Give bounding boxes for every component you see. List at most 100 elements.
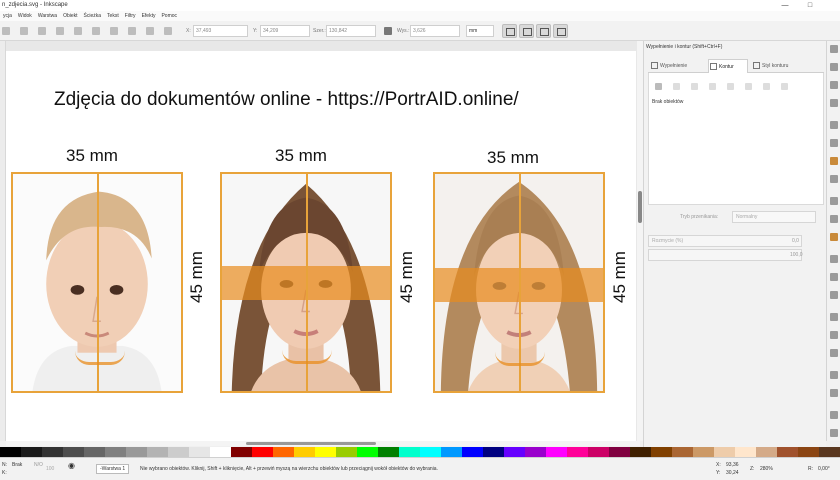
copy-icon[interactable] [830,197,838,205]
palette-swatch[interactable] [504,447,525,457]
photo-girl[interactable] [220,172,392,393]
import-icon[interactable] [830,121,838,129]
redo-icon[interactable] [830,175,838,183]
duplicate-icon[interactable] [830,313,838,321]
palette-swatch[interactable] [462,447,483,457]
canvas[interactable]: Zdjęcia do dokumentów online - https://P… [6,41,640,441]
unlink-clone-icon[interactable] [830,349,838,357]
palette-swatch[interactable] [735,447,756,457]
raise-to-top-icon[interactable] [128,27,136,35]
new-document-icon[interactable] [830,63,838,71]
palette-swatch[interactable] [315,447,336,457]
horizontal-scroll-thumb[interactable] [246,442,376,445]
opacity-slider[interactable] [648,249,802,261]
menu-filters[interactable]: Filtry [122,11,139,21]
unset-paint-icon[interactable] [781,83,788,90]
tab-stroke-style[interactable]: Styl konturu [752,59,816,73]
photo-child[interactable] [11,172,183,393]
palette-swatch[interactable] [525,447,546,457]
mesh-gradient-icon[interactable] [727,83,734,90]
palette-swatch[interactable] [441,447,462,457]
paste-icon[interactable] [830,233,838,241]
palette-swatch[interactable] [210,447,231,457]
horizontal-scrollbar[interactable] [6,441,640,446]
text-font-icon[interactable] [830,429,838,437]
tab-stroke-paint[interactable]: Kontur [708,59,748,73]
palette-swatch[interactable] [21,447,42,457]
palette-swatch[interactable] [252,447,273,457]
zoom-value[interactable]: 280% [760,464,773,474]
width-label-3[interactable]: 35 mm [487,148,539,168]
document-heading[interactable]: Zdjęcia do dokumentów online - https://P… [54,89,519,111]
lock-icon[interactable] [384,27,392,35]
palette-swatch[interactable] [357,447,378,457]
height-label-1[interactable]: 45 mm [187,251,207,303]
fill-stroke-icon[interactable] [830,411,838,419]
palette-swatch[interactable] [399,447,420,457]
palette-swatch[interactable] [588,447,609,457]
palette-swatch[interactable] [105,447,126,457]
blur-slider[interactable]: Rozmycie (%) [648,235,802,247]
width-label-2[interactable]: 35 mm [275,146,327,166]
blur-value[interactable]: 0,0 [792,238,799,244]
palette-swatch[interactable] [756,447,777,457]
palette-swatch[interactable] [126,447,147,457]
palette-swatch[interactable] [84,447,105,457]
zoom-page-icon[interactable] [830,291,838,299]
open-icon[interactable] [830,45,838,53]
export-icon[interactable] [830,139,838,147]
select-all-icon[interactable] [2,27,10,35]
palette-swatch[interactable] [546,447,567,457]
menu-edit[interactable]: ycja [0,11,15,21]
menu-help[interactable]: Pomoc [158,11,180,21]
palette-swatch[interactable] [483,447,504,457]
palette-swatch[interactable] [651,447,672,457]
palette-swatch[interactable] [567,447,588,457]
menu-layer[interactable]: Warstwa [35,11,60,21]
height-label-2[interactable]: 45 mm [397,251,417,303]
palette-swatch[interactable] [273,447,294,457]
flip-horizontal-icon[interactable] [92,27,100,35]
tab-fill[interactable]: Wypełnienie [650,59,706,73]
x-field[interactable]: 37,493 [193,25,248,37]
raise-icon[interactable] [146,27,154,35]
palette-swatch[interactable] [189,447,210,457]
palette-swatch[interactable] [798,447,819,457]
rotation-value[interactable]: 0,00° [818,464,830,474]
palette-swatch[interactable] [672,447,693,457]
menu-path[interactable]: Ścieżka [81,11,105,21]
pattern-icon[interactable] [745,83,752,90]
opacity-value[interactable]: 100,0 [790,252,803,258]
palette-swatch[interactable] [714,447,735,457]
select-in-layers-icon[interactable] [20,27,28,35]
zoom-selection-icon[interactable] [830,255,838,263]
swatch-icon[interactable] [763,83,770,90]
clone-icon[interactable] [830,331,838,339]
unit-select[interactable]: mm [466,25,494,37]
palette-swatch[interactable] [42,447,63,457]
palette-swatch[interactable] [378,447,399,457]
menu-view[interactable]: Widok [15,11,35,21]
layer-selector[interactable]: -Warstwa 1 [96,464,130,474]
maximize-button[interactable]: □ [800,0,820,11]
cut-icon[interactable] [830,215,838,223]
vertical-scroll-thumb[interactable] [638,191,642,223]
ungroup-icon[interactable] [830,389,838,397]
radial-gradient-icon[interactable] [709,83,716,90]
group-icon[interactable] [830,371,838,379]
lower-icon[interactable] [164,27,172,35]
flip-vertical-icon[interactable] [110,27,118,35]
height-field[interactable]: 3,626 [410,25,460,37]
scale-stroke-button[interactable] [502,24,517,38]
move-gradients-button[interactable] [536,24,551,38]
palette-swatch[interactable] [63,447,84,457]
palette-swatch[interactable] [231,447,252,457]
palette-swatch[interactable] [294,447,315,457]
opacity-status-value[interactable]: 100 [46,464,54,474]
width-label-1[interactable]: 35 mm [66,146,118,166]
width-field[interactable]: 130,842 [326,25,376,37]
zoom-drawing-icon[interactable] [830,273,838,281]
menu-text[interactable]: Tekst [104,11,122,21]
rotate-ccw-icon[interactable] [56,27,64,35]
no-paint-icon[interactable] [655,83,662,90]
